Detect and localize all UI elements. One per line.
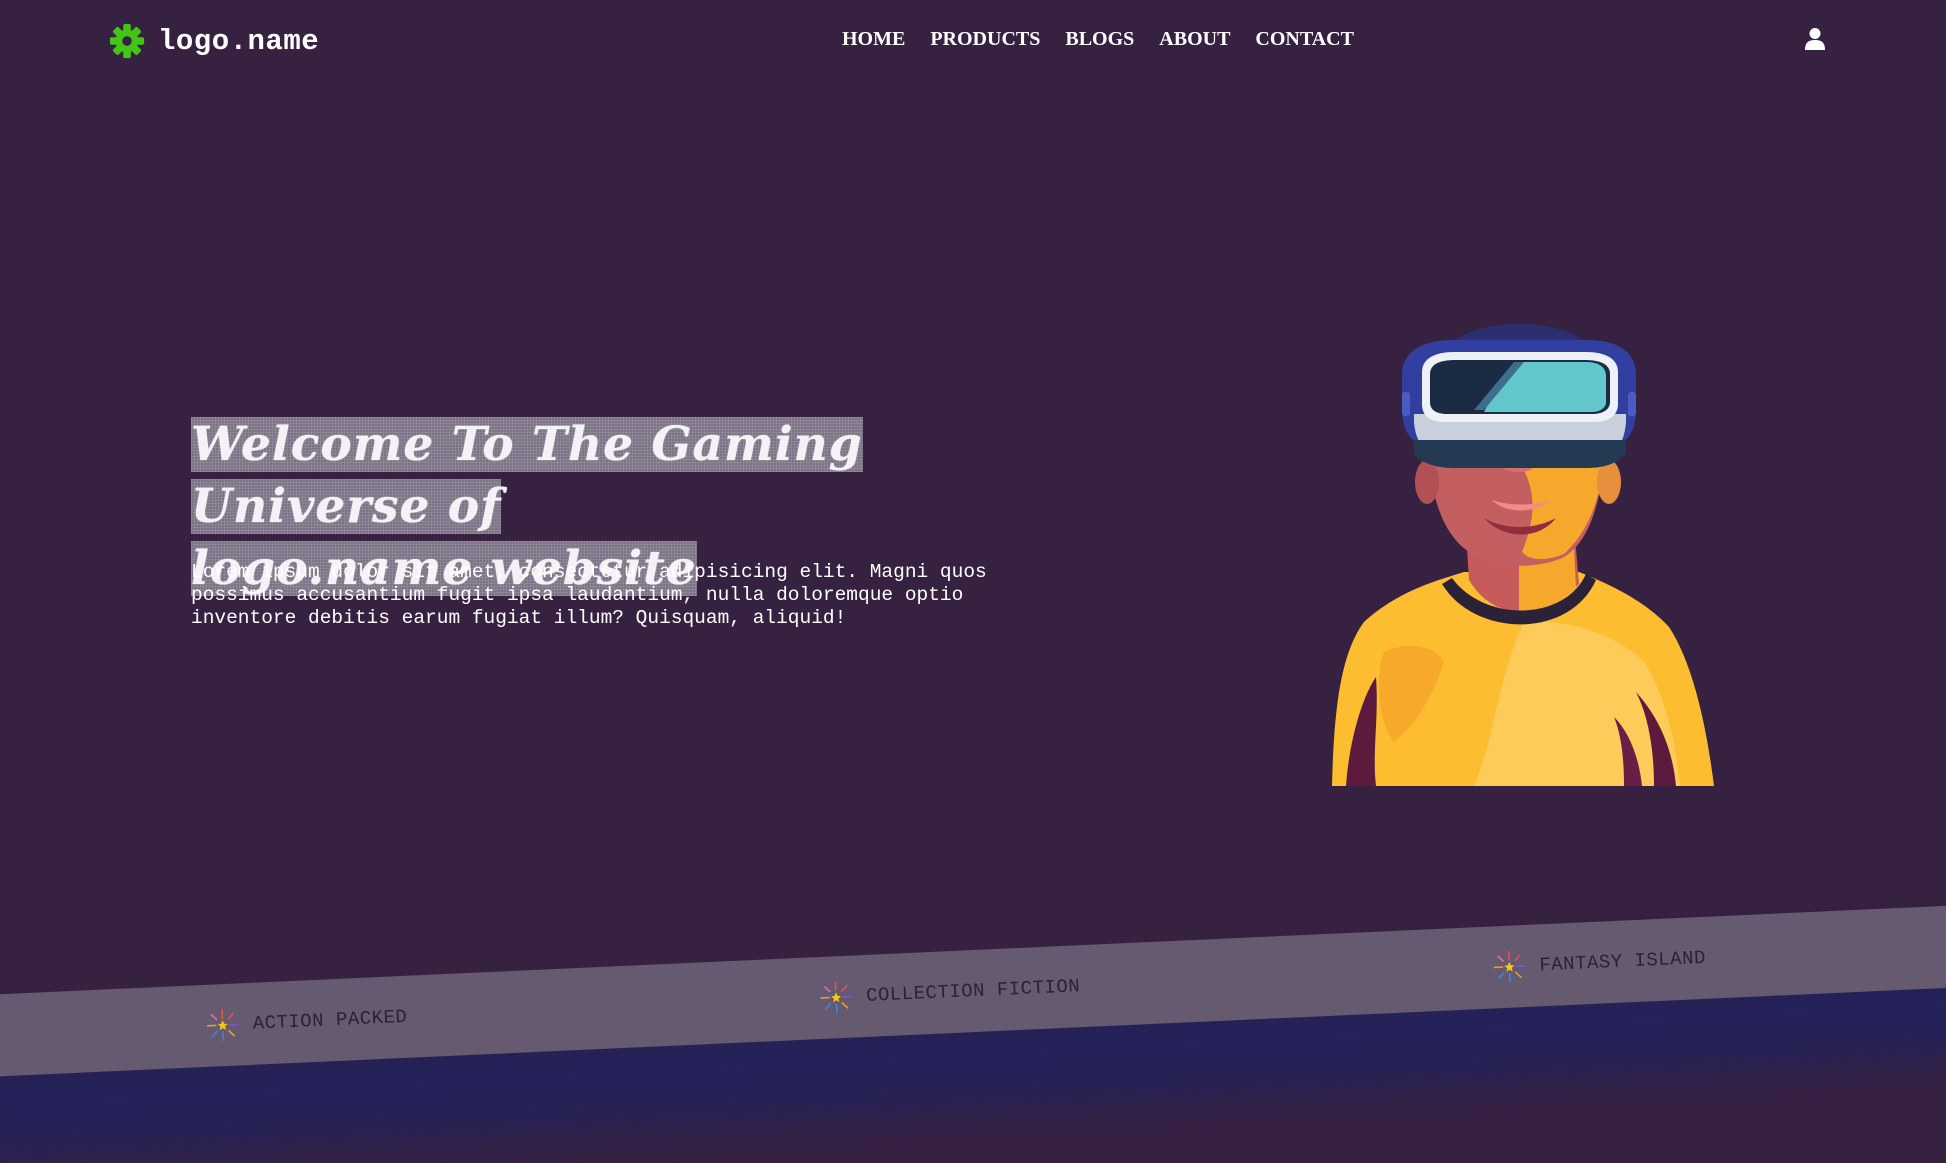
ticker-item-action: ACTION PACKED xyxy=(204,999,408,1044)
nav-blogs[interactable]: BLOGS xyxy=(1065,28,1134,51)
main-nav: HOME PRODUCTS BLOGS ABOUT CONTACT xyxy=(842,28,1354,51)
logo-text: logo.name xyxy=(158,25,319,58)
nav-home[interactable]: HOME xyxy=(842,28,905,51)
ticker-label: ACTION PACKED xyxy=(252,1006,408,1035)
ticker-label: FANTASY ISLAND xyxy=(1539,947,1706,977)
sparkle-star-icon xyxy=(204,1006,242,1044)
nav-about[interactable]: ABOUT xyxy=(1159,28,1230,51)
nav-contact[interactable]: CONTACT xyxy=(1255,28,1354,51)
hero-description: Lorem ipsum dolor sit amet, consectetur … xyxy=(191,561,991,630)
vr-gamer-illustration xyxy=(1324,322,1714,786)
ticker-item-fantasy: FANTASY ISLAND xyxy=(1491,940,1707,986)
nav-products[interactable]: PRODUCTS xyxy=(930,28,1040,51)
sparkle-star-icon xyxy=(817,979,855,1017)
user-icon xyxy=(1804,27,1826,51)
hero-title-line-1: Welcome To The Gaming Universe of xyxy=(191,417,863,534)
ticker-label: COLLECTION FICTION xyxy=(866,975,1081,1007)
logo-link[interactable]: logo.name xyxy=(108,22,319,60)
gear-icon xyxy=(108,22,146,60)
site-header: logo.name HOME PRODUCTS BLOGS ABOUT CONT… xyxy=(0,0,1946,84)
account-button[interactable] xyxy=(1802,26,1828,52)
ticker-item-fiction: COLLECTION FICTION xyxy=(817,968,1081,1016)
sparkle-star-icon xyxy=(1491,948,1529,986)
